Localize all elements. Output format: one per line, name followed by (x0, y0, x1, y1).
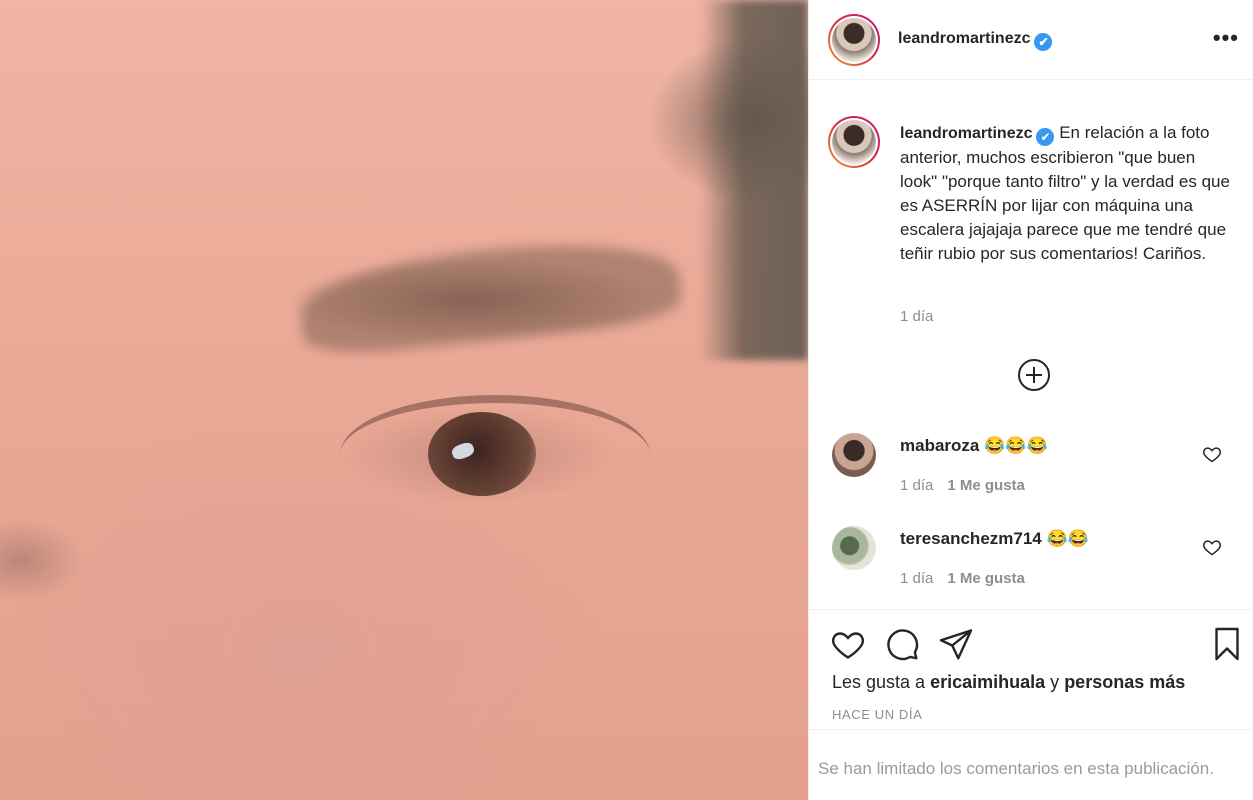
comment-icon[interactable] (884, 626, 920, 662)
caption-author-avatar[interactable] (828, 116, 880, 168)
likes-summary: Les gusta a ericaimihuala y personas más (832, 672, 1185, 693)
comment-like-heart-icon[interactable] (1202, 444, 1222, 464)
commenter-avatar[interactable] (832, 526, 876, 570)
author-username[interactable]: leandromartinezc ✔ (898, 30, 1053, 51)
caption-verified-badge-icon: ✔ (1036, 128, 1055, 146)
comment-body: 😂😂 (1046, 529, 1089, 548)
commenter-avatar[interactable] (832, 433, 876, 477)
comment-text: mabaroza 😂😂😂 (900, 436, 1048, 456)
photo-eye (428, 412, 536, 496)
comment-likes[interactable]: 1 Me gusta (947, 570, 1025, 587)
comments-limited-text: Se han limitado los comentarios en esta … (818, 759, 1214, 778)
action-bar: Les gusta a ericaimihuala y personas más… (809, 609, 1253, 729)
commenter-username[interactable]: teresanchezm714 (900, 529, 1042, 548)
comment-time[interactable]: 1 día (900, 477, 933, 494)
caption-body: En relación a la foto anterior, muchos e… (900, 123, 1230, 263)
caption-author-username[interactable]: leandromartinezc (900, 125, 1032, 142)
author-avatar[interactable] (828, 14, 880, 66)
caption-text: leandromartinezc ✔ En relación a la foto … (900, 121, 1230, 266)
author-username-text[interactable]: leandromartinezc (898, 30, 1030, 47)
liked-by-user[interactable]: ericaimihuala (930, 672, 1045, 692)
verified-badge-icon: ✔ (1034, 33, 1053, 51)
commenter-username[interactable]: mabaroza (900, 436, 979, 455)
likes-others[interactable]: personas más (1064, 672, 1185, 692)
comment-text: teresanchezm714 😂😂 (900, 529, 1089, 549)
bookmark-icon[interactable] (1209, 626, 1245, 662)
post-timestamp[interactable]: HACE UN DÍA (832, 707, 922, 722)
likes-prefix: Les gusta a (832, 672, 926, 692)
photo-hair (700, 0, 808, 360)
post-panel: leandromartinezc ✔ ••• leandromartinezc ✔ … (808, 0, 1253, 800)
heart-icon[interactable] (830, 626, 866, 662)
likes-connector: y (1050, 672, 1060, 692)
comment-meta: 1 día 1 Me gusta (900, 570, 1025, 587)
caption-time[interactable]: 1 día (900, 308, 933, 325)
share-icon[interactable] (938, 626, 974, 662)
comments-limited-notice: Se han limitado los comentarios en esta … (809, 729, 1253, 800)
post-header: leandromartinezc ✔ ••• (809, 0, 1253, 80)
comment-item: teresanchezm714 😂😂 1 día 1 Me gusta (809, 517, 1253, 597)
load-more-comments-icon[interactable] (1018, 359, 1050, 391)
comment-time[interactable]: 1 día (900, 570, 933, 587)
comment-item: mabaroza 😂😂😂 1 día 1 Me gusta (809, 424, 1253, 504)
post-photo[interactable] (0, 0, 808, 800)
more-options-icon[interactable]: ••• (1213, 27, 1239, 49)
comment-body: 😂😂😂 (984, 436, 1048, 455)
comment-likes[interactable]: 1 Me gusta (947, 477, 1025, 494)
comment-meta: 1 día 1 Me gusta (900, 477, 1025, 494)
comment-like-heart-icon[interactable] (1202, 537, 1222, 557)
photo-eyebrow (296, 230, 684, 360)
